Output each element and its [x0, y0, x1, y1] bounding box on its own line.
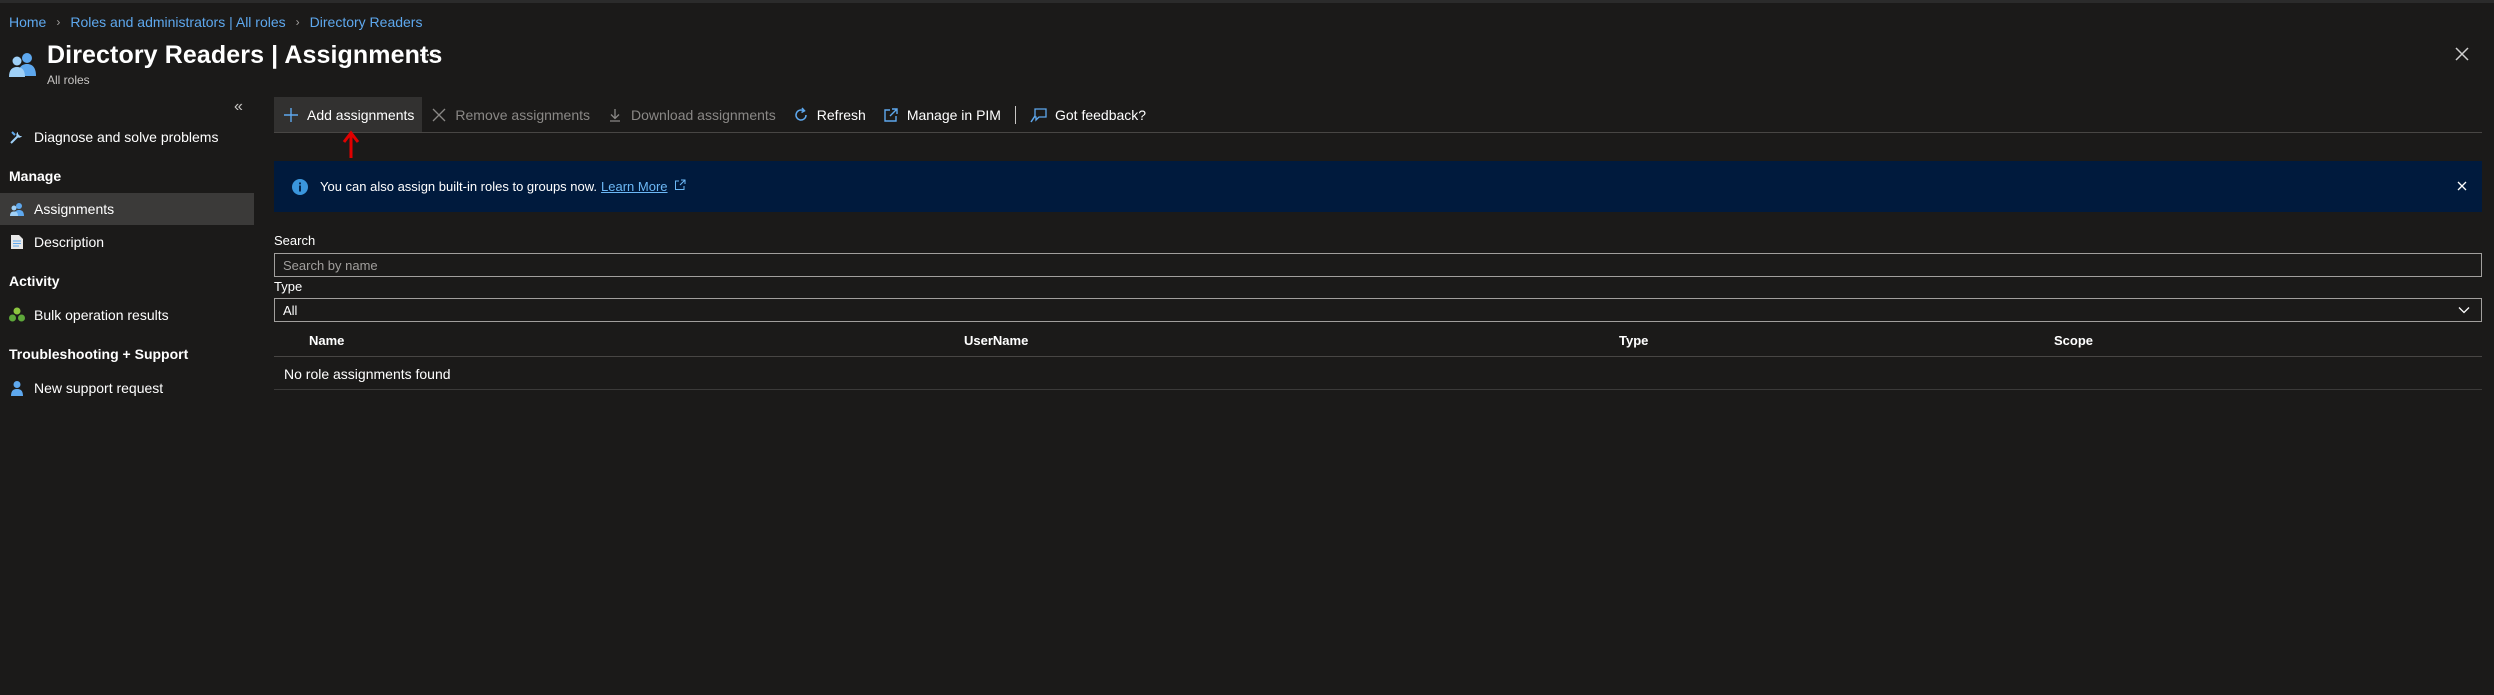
page-title: Directory Readers | Assignments — [47, 41, 443, 69]
type-label: Type — [274, 279, 303, 294]
chevron-right-icon: › — [56, 15, 61, 29]
breadcrumb-roles[interactable]: Roles and administrators | All roles — [70, 14, 285, 30]
sidebar-item-description[interactable]: Description — [0, 226, 254, 258]
refresh-button[interactable]: Refresh — [784, 97, 874, 133]
table-row-divider — [274, 389, 2482, 390]
info-banner: You can also assign built-in roles to gr… — [274, 161, 2482, 212]
sidebar-item-label: Description — [34, 234, 105, 250]
external-link-icon — [675, 179, 686, 190]
info-message: You can also assign built-in roles to gr… — [320, 179, 686, 194]
sidebar-item-diagnose[interactable]: Diagnose and solve problems — [0, 121, 254, 153]
command-bar-divider — [274, 132, 2482, 133]
manage-in-pim-label: Manage in PIM — [906, 107, 1001, 123]
top-border — [0, 0, 2494, 3]
search-input[interactable] — [274, 253, 2482, 277]
refresh-icon — [792, 106, 810, 124]
search-label: Search — [274, 233, 316, 248]
learn-more-link[interactable]: Learn More — [601, 179, 667, 194]
breadcrumb-home[interactable]: Home — [9, 14, 46, 30]
toolbar-divider — [1014, 106, 1016, 124]
column-header-name[interactable]: Name — [309, 333, 344, 348]
support-person-icon — [8, 379, 26, 397]
download-icon — [606, 106, 624, 124]
annotation-arrow-up-icon — [341, 130, 361, 160]
column-header-scope[interactable]: Scope — [2054, 333, 2093, 348]
sidebar-section-manage: Manage — [9, 168, 62, 184]
document-icon — [8, 233, 26, 251]
column-header-type[interactable]: Type — [1619, 333, 1648, 348]
plus-icon — [282, 106, 300, 124]
external-link-icon — [882, 106, 900, 124]
add-assignments-label: Add assignments — [307, 107, 415, 123]
type-selected-value: All — [283, 302, 298, 318]
users-icon — [8, 50, 38, 78]
got-feedback-button[interactable]: Got feedback? — [1022, 97, 1154, 133]
wrench-icon — [8, 128, 26, 146]
sidebar-item-label: New support request — [34, 380, 164, 396]
got-feedback-label: Got feedback? — [1054, 107, 1147, 123]
person-icon — [8, 200, 26, 218]
manage-in-pim-button[interactable]: Manage in PIM — [874, 97, 1009, 133]
sidebar-item-label: Diagnose and solve problems — [34, 129, 219, 145]
chevron-down-icon — [2457, 303, 2471, 317]
collapse-sidebar-button[interactable]: « — [234, 98, 243, 116]
type-dropdown[interactable]: All — [274, 298, 2482, 322]
table-header-divider — [274, 356, 2482, 357]
breadcrumb: Home › Roles and administrators | All ro… — [9, 13, 422, 31]
breadcrumb-directory-readers[interactable]: Directory Readers — [310, 14, 423, 30]
sidebar-item-bulk-operation-results[interactable]: Bulk operation results — [0, 299, 254, 331]
empty-table-message: No role assignments found — [284, 366, 451, 382]
info-icon — [292, 178, 308, 195]
remove-assignments-button[interactable]: Remove assignments — [422, 97, 598, 133]
info-text: You can also assign built-in roles to gr… — [320, 179, 598, 194]
more-options-button[interactable]: ··· — [418, 44, 439, 65]
chevron-right-icon: › — [295, 15, 300, 29]
add-assignments-button[interactable]: Add assignments — [274, 97, 423, 133]
sidebar-item-label: Assignments — [34, 201, 115, 217]
download-assignments-button[interactable]: Download assignments — [598, 97, 784, 133]
sidebar-item-new-support-request[interactable]: New support request — [0, 372, 254, 404]
page-subtitle: All roles — [47, 73, 90, 87]
group-icon — [8, 306, 26, 324]
sidebar-section-troubleshooting: Troubleshooting + Support — [9, 346, 189, 362]
column-header-username[interactable]: UserName — [964, 333, 1028, 348]
refresh-label: Refresh — [816, 107, 866, 123]
sidebar-item-label: Bulk operation results — [34, 307, 169, 323]
close-icon[interactable] — [2452, 44, 2472, 64]
sidebar-section-activity: Activity — [9, 273, 60, 289]
download-assignments-label: Download assignments — [631, 107, 776, 123]
remove-assignments-label: Remove assignments — [455, 107, 591, 123]
feedback-icon — [1030, 106, 1048, 124]
close-icon — [430, 106, 448, 124]
command-bar: Add assignments Remove assignments Downl… — [274, 97, 1154, 133]
dismiss-banner-close-icon[interactable] — [2454, 178, 2470, 194]
sidebar-item-assignments[interactable]: Assignments — [0, 193, 254, 225]
